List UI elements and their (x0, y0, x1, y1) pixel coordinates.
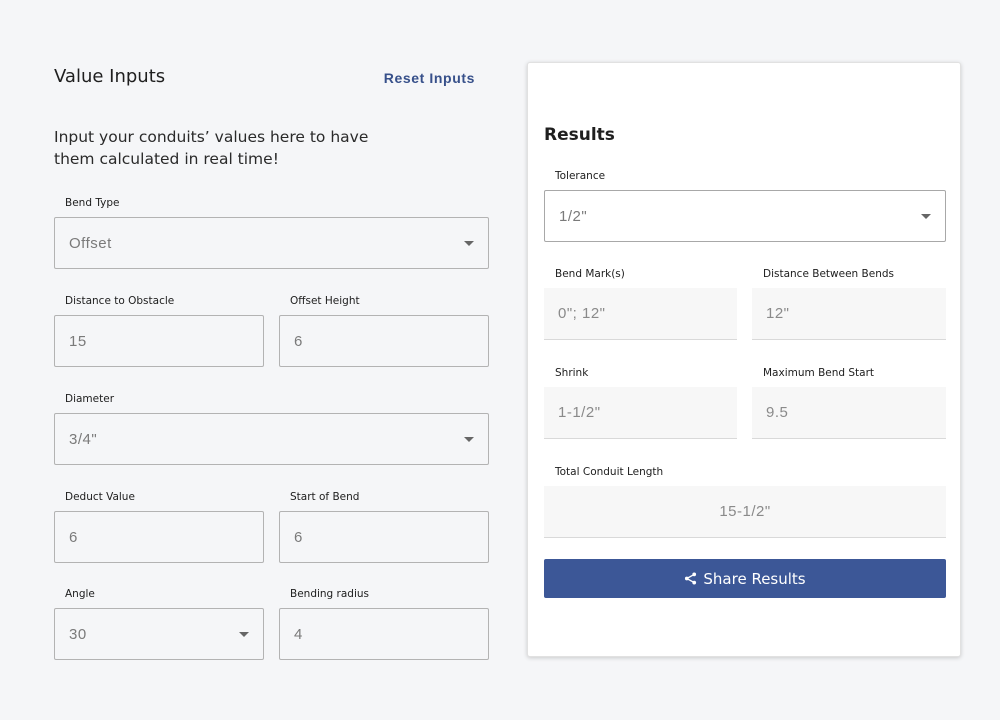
maximum-bend-start-value: 9.5 (766, 404, 789, 421)
maximum-bend-start-output: 9.5 (752, 387, 946, 439)
deduct-value-input[interactable]: 6 (54, 511, 264, 563)
offset-height-label: Offset Height (290, 295, 360, 307)
tolerance-field: Tolerance 1/2" (544, 170, 946, 242)
chevron-down-icon (239, 631, 249, 637)
total-conduit-length-field: Total Conduit Length 15-1/2" (544, 466, 946, 538)
intro-text: Input your conduits’ values here to have… (54, 128, 369, 168)
offset-height-value: 6 (294, 332, 303, 350)
tolerance-value: 1/2" (559, 207, 588, 225)
distance-to-obstacle-field: Distance to Obstacle 15 (54, 295, 264, 367)
angle-field: Angle 30 (54, 588, 264, 660)
distance-between-bends-value: 12" (766, 305, 790, 322)
tolerance-select[interactable]: 1/2" (544, 190, 946, 242)
bending-radius-field: Bending radius 4 (279, 588, 489, 660)
bend-marks-output: 0"; 12" (544, 288, 737, 340)
diameter-label: Diameter (65, 393, 115, 405)
bend-type-label: Bend Type (65, 197, 120, 209)
diameter-select[interactable]: 3/4" (54, 413, 489, 465)
bend-marks-value: 0"; 12" (558, 305, 606, 322)
shrink-value: 1-1/2" (558, 404, 601, 421)
conduit-calculator: Value Inputs Reset Inputs Input your con… (0, 0, 1000, 720)
bend-type-select[interactable]: Offset (54, 217, 489, 269)
maximum-bend-start-label: Maximum Bend Start (763, 367, 875, 379)
bend-type-field: Bend Type Offset (54, 197, 489, 269)
distance-between-bends-label: Distance Between Bends (763, 268, 894, 280)
start-of-bend-input[interactable]: 6 (279, 511, 489, 563)
shrink-field: Shrink 1-1/2" (544, 367, 737, 439)
diameter-field: Diameter 3/4" (54, 393, 489, 465)
start-of-bend-value: 6 (294, 528, 303, 546)
bend-type-value: Offset (69, 234, 112, 252)
share-results-button[interactable]: Share Results (544, 559, 946, 598)
total-conduit-length-output: 15-1/2" (544, 486, 946, 538)
distance-between-bends-field: Distance Between Bends 12" (752, 268, 946, 340)
chevron-down-icon (464, 240, 474, 246)
chevron-down-icon (464, 436, 474, 442)
offset-height-field: Offset Height 6 (279, 295, 489, 367)
tolerance-label: Tolerance (555, 170, 606, 182)
shrink-label: Shrink (555, 367, 589, 379)
bending-radius-label: Bending radius (290, 588, 370, 600)
angle-value: 30 (69, 625, 87, 643)
value-inputs-heading: Value Inputs (54, 66, 166, 87)
distance-to-obstacle-input[interactable]: 15 (54, 315, 264, 367)
angle-label: Angle (65, 588, 95, 600)
shrink-output: 1-1/2" (544, 387, 737, 439)
distance-to-obstacle-value: 15 (69, 332, 87, 350)
start-of-bend-field: Start of Bend 6 (279, 491, 489, 563)
offset-height-input[interactable]: 6 (279, 315, 489, 367)
deduct-value-field: Deduct Value 6 (54, 491, 264, 563)
maximum-bend-start-field: Maximum Bend Start 9.5 (752, 367, 946, 439)
bend-marks-label: Bend Mark(s) (555, 268, 625, 280)
results-card: Results Tolerance 1/2" Bend Mark(s) 0"; … (527, 62, 961, 657)
bend-marks-field: Bend Mark(s) 0"; 12" (544, 268, 737, 340)
distance-to-obstacle-label: Distance to Obstacle (65, 295, 175, 307)
chevron-down-icon (921, 213, 931, 219)
start-of-bend-label: Start of Bend (290, 491, 360, 503)
total-conduit-length-label: Total Conduit Length (555, 466, 664, 478)
distance-between-bends-output: 12" (752, 288, 946, 340)
bending-radius-input[interactable]: 4 (279, 608, 489, 660)
diameter-value: 3/4" (69, 430, 98, 448)
share-icon (684, 572, 697, 585)
reset-inputs-button[interactable]: Reset Inputs (384, 70, 475, 86)
bending-radius-value: 4 (294, 625, 303, 643)
share-results-label: Share Results (703, 569, 806, 588)
value-inputs-panel: Value Inputs Reset Inputs Input your con… (54, 0, 489, 720)
deduct-value-value: 6 (69, 528, 78, 546)
results-title: Results (544, 125, 615, 145)
total-conduit-length-value: 15-1/2" (719, 503, 771, 520)
deduct-value-label: Deduct Value (65, 491, 135, 503)
angle-select[interactable]: 30 (54, 608, 264, 660)
